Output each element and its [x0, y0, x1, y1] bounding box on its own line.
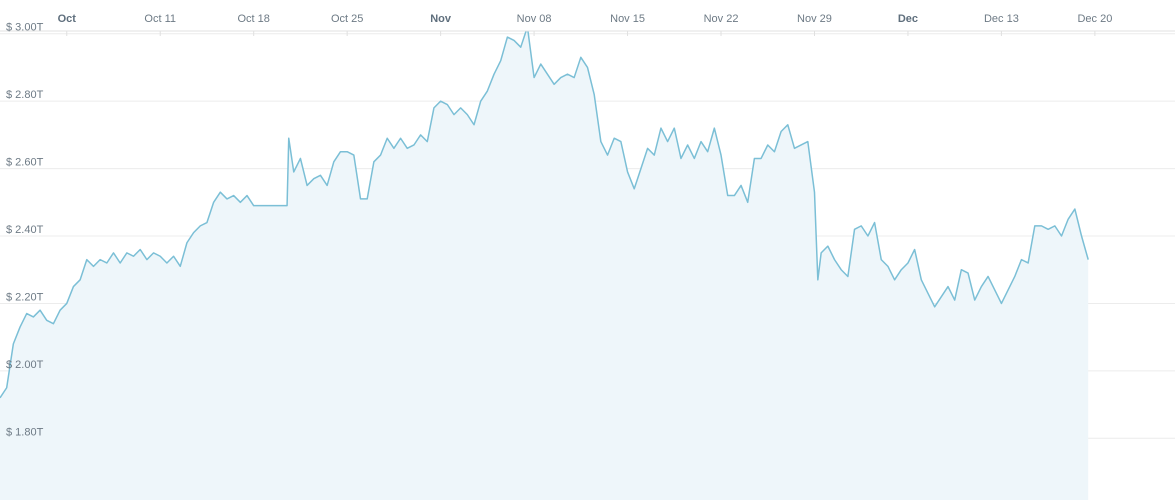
x-tick-label: Oct [58, 13, 77, 25]
x-tick-label: Nov 15 [610, 13, 645, 25]
x-tick-label: Nov 29 [797, 13, 832, 25]
market-cap-area-chart: Oct Oct 11 Oct 18 Oct 25 Nov Nov 08 Nov 15 Nov … [0, 0, 1175, 500]
series-area-fill [0, 26, 1089, 500]
y-tick-label: $ 3.00T [6, 22, 44, 34]
area-series [0, 26, 1089, 500]
y-tick-label: $ 1.80T [6, 426, 44, 438]
x-tick-label: Nov [430, 13, 452, 25]
x-tick-label: Dec 20 [1077, 13, 1112, 25]
x-tick-label: Nov 08 [517, 13, 552, 25]
y-tick-label: $ 2.20T [6, 291, 44, 303]
y-tick-label: $ 2.60T [6, 157, 44, 169]
y-tick-label: $ 2.00T [6, 359, 44, 371]
y-tick-label: $ 2.40T [6, 224, 44, 236]
y-tick-label: $ 2.80T [6, 89, 44, 101]
x-tick-label: Nov 22 [704, 13, 739, 25]
x-tick-label: Oct 18 [237, 13, 269, 25]
x-tick-label: Dec 13 [984, 13, 1019, 25]
x-axis: Oct Oct 11 Oct 18 Oct 25 Nov Nov 08 Nov 15 Nov … [0, 0, 1175, 36]
x-tick-label: Oct 11 [144, 13, 176, 25]
x-tick-label: Dec [898, 13, 918, 25]
x-tick-label: Oct 25 [331, 13, 363, 25]
